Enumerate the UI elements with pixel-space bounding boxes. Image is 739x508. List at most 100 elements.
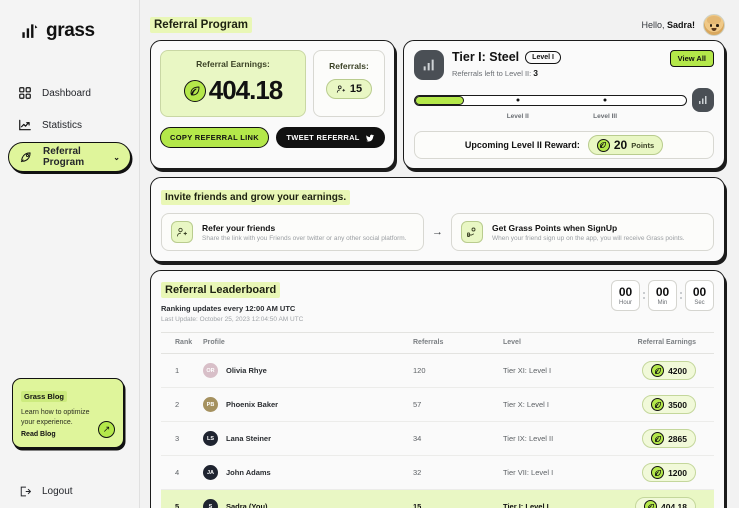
chart-line-icon <box>18 118 32 132</box>
column-rank: Rank <box>161 333 203 354</box>
progress-labels: Level II Level III <box>414 113 687 124</box>
avatar-mouth <box>712 28 717 31</box>
summary-row: Referral Earnings: 404.18 Referrals: <box>150 40 725 169</box>
table-body: 1OROlivia Rhye120Tier XI: Level I42002PB… <box>161 354 714 508</box>
table-row[interactable]: 5SSadra (You)15Tier I: Level I404.18 <box>161 490 714 508</box>
invite-step-text: Get Grass Points when SignUp When your f… <box>492 223 685 242</box>
sidebar-item-label: Statistics <box>42 120 82 131</box>
avatar-eye-left <box>710 24 713 27</box>
table-row[interactable]: 2PBPhoenix Baker57Tier X: Level I3500 <box>161 388 714 422</box>
leaderboard-subtitle: Ranking updates every 12:00 AM UTC <box>161 304 303 313</box>
earnings-value: 404.18 <box>209 75 283 106</box>
grass-leaf-icon <box>651 432 664 445</box>
timer-value: 00 <box>656 286 669 298</box>
tier-progress-card: Tier I: Steel Level I Referrals left to … <box>403 40 725 169</box>
table-row[interactable]: 4JAJohn Adams32Tier VII: Level I1200 <box>161 456 714 490</box>
cell-rank: 1 <box>161 354 203 388</box>
leaderboard-table: Rank Profile Referrals Level Referral Ea… <box>161 332 714 508</box>
cell-rank: 5 <box>161 490 203 508</box>
sidebar: grass Dashboard Statistics <box>0 0 140 508</box>
twitter-bird-icon <box>365 133 375 143</box>
avatar[interactable] <box>703 14 725 36</box>
upcoming-reward-label: Upcoming Level II Reward: <box>465 140 580 150</box>
progress-label: Level II <box>507 113 529 120</box>
progress-fill <box>415 96 464 105</box>
cell-earnings: 3500 <box>608 388 714 422</box>
blog-tag: Grass Blog <box>21 391 67 402</box>
cell-rank: 4 <box>161 456 203 490</box>
earnings-value: 404.18 <box>661 502 687 508</box>
cell-profile: PBPhoenix Baker <box>203 388 413 422</box>
referrals-left-text: Referrals left to Level II: 3 <box>452 68 561 78</box>
brand-logo[interactable]: grass <box>0 14 139 48</box>
table-row[interactable]: 3LSLana Steiner34Tier IX: Level II2865 <box>161 422 714 456</box>
tweet-referral-button[interactable]: TWEET REFERRAL <box>276 127 385 148</box>
sidebar-item-statistics[interactable]: Statistics <box>8 110 131 140</box>
invite-step-title: Get Grass Points when SignUp <box>492 223 685 233</box>
cell-level: Tier XI: Level I <box>503 354 608 388</box>
logout-icon <box>18 485 31 498</box>
referrals-label: Referrals: <box>318 61 380 71</box>
referrals-count: 15 <box>350 83 362 95</box>
profile-name: Olivia Rhye <box>226 366 267 375</box>
sidebar-nav: Dashboard Statistics Referral Program ⌄ <box>0 78 139 172</box>
greeting: Hello, Sadra! <box>641 20 695 30</box>
profile-name: John Adams <box>226 468 271 477</box>
grass-leaf-icon <box>651 364 664 377</box>
tweet-referral-label: TWEET REFERRAL <box>286 133 359 142</box>
topbar: Referral Program Hello, Sadra! <box>150 10 725 40</box>
earnings-value: 3500 <box>668 400 687 410</box>
avatar: LS <box>203 431 218 446</box>
invite-step-refer[interactable]: Refer your friends Share the link with y… <box>161 213 424 251</box>
avatar-eye-right <box>716 24 719 27</box>
column-referral-earnings: Referral Earnings <box>608 333 714 354</box>
leaderboard-title: Referral Leaderboard <box>161 282 280 298</box>
sidebar-item-referral-program[interactable]: Referral Program ⌄ <box>8 142 131 172</box>
progress-marker-dot <box>603 99 606 102</box>
view-all-button[interactable]: View All <box>670 50 714 67</box>
progress-marker-dot <box>516 99 519 102</box>
earnings-value: 4200 <box>668 366 687 376</box>
timer-value: 00 <box>693 286 706 298</box>
cell-referrals: 57 <box>413 388 503 422</box>
profile-name: Sadra (You) <box>226 502 268 508</box>
copy-referral-link-button[interactable]: COPY REFERRAL LINK <box>160 127 269 148</box>
greeting-prefix: Hello, <box>641 20 667 30</box>
grass-leaf-icon <box>184 80 206 102</box>
timer-value: 00 <box>619 286 632 298</box>
invite-step-points[interactable]: Get Grass Points when SignUp When your f… <box>451 213 714 251</box>
timer-minute: 00 Min <box>648 280 677 311</box>
earnings-pill: 4200 <box>642 361 696 380</box>
timer-separator-icon <box>680 292 682 299</box>
cell-level: Tier IX: Level II <box>503 422 608 456</box>
cell-referrals: 15 <box>413 490 503 508</box>
cell-earnings: 404.18 <box>608 490 714 508</box>
earnings-pill: 2865 <box>642 429 696 448</box>
table-head: Rank Profile Referrals Level Referral Ea… <box>161 333 714 354</box>
app-root: grass Dashboard Statistics <box>0 0 739 508</box>
logout-button[interactable]: Logout <box>18 485 73 498</box>
hand-coin-icon <box>461 221 483 243</box>
logout-label: Logout <box>42 486 73 497</box>
upcoming-reward-box: Upcoming Level II Reward: 20 Points <box>414 131 714 159</box>
tier-badge-icon <box>414 50 444 80</box>
invite-step-description: Share the link with you Friends over twi… <box>202 235 406 242</box>
cell-earnings: 4200 <box>608 354 714 388</box>
blog-description: Learn how to optimize your experience. <box>21 408 99 427</box>
page-title: Referral Program <box>150 17 252 33</box>
tier-name: Tier I: Steel <box>452 50 519 64</box>
grass-leaf-icon <box>651 398 664 411</box>
user-area: Hello, Sadra! <box>641 14 725 36</box>
grass-leaf-icon <box>597 139 610 152</box>
table-row[interactable]: 1OROlivia Rhye120Tier XI: Level I4200 <box>161 354 714 388</box>
earnings-value: 1200 <box>668 468 687 478</box>
chevron-down-icon: ⌄ <box>113 153 120 162</box>
progress-track[interactable] <box>414 95 687 106</box>
grass-leaf-icon <box>644 500 657 508</box>
arrow-up-right-icon[interactable]: ↗ <box>98 421 115 438</box>
grass-blog-card[interactable]: Grass Blog Learn how to optimize your ex… <box>12 378 124 448</box>
sidebar-item-dashboard[interactable]: Dashboard <box>8 78 131 108</box>
earnings-box: Referral Earnings: 404.18 <box>160 50 306 117</box>
tier-name-row: Tier I: Steel Level I <box>452 50 561 64</box>
invite-friends-card: Invite friends and grow your earnings. R… <box>150 177 725 262</box>
